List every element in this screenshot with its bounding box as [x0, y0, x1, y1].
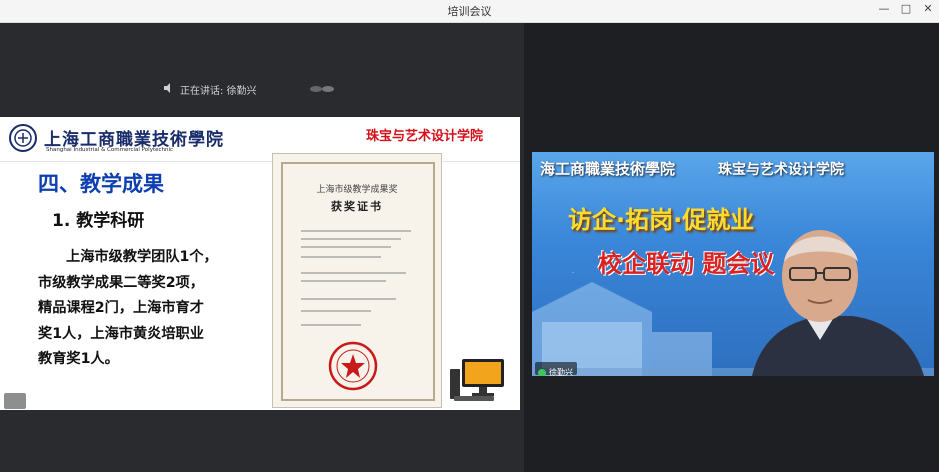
body-line: 市级教学成果二等奖2项， [38, 274, 204, 291]
certificate-text-line [301, 246, 391, 248]
speaker-icon [164, 83, 170, 93]
window-titlebar: 培训会议 — □ ✕ [0, 0, 939, 23]
participant-name-tag: 徐勤兴 [535, 362, 577, 376]
certificate-text-line [301, 310, 371, 312]
certificate-subtitle: 获奖证书 [331, 200, 383, 213]
certificate-title: 上海市级教学成果奖 [316, 185, 398, 195]
body-line: 教育奖1人。 [38, 351, 119, 367]
banner-school-name: 海工商職業技術學院 [540, 160, 676, 178]
red-seal-icon [328, 341, 378, 391]
college-name: 珠宝与艺术设计学院 [366, 129, 484, 144]
body-line: 上海市级教学团队1个， [66, 249, 218, 265]
slide-list-icon[interactable] [4, 393, 26, 409]
participant-name: 徐勤兴 [549, 368, 573, 376]
slide-header: 上海工商職業技術學院 Shanghai Industrial & Commerc… [0, 117, 520, 162]
minimize-button[interactable]: — [874, 2, 894, 15]
certificate-text-line [301, 272, 406, 274]
certificate-text-line [301, 298, 396, 300]
shared-slide: 上海工商職業技術學院 Shanghai Industrial & Commerc… [0, 117, 520, 410]
participant-video[interactable]: 海工商職業技術學院 珠宝与艺术设计学院 访企·拓岗·促就业 校企联动 题会议 徐… [532, 152, 934, 376]
body-line: 奖1人，上海市黄炎培职业 [38, 325, 204, 342]
banner-college-name: 珠宝与艺术设计学院 [718, 162, 844, 178]
certificate-text-line [301, 256, 381, 258]
body-line: 精品课程2门，上海市育才 [38, 300, 204, 316]
slide-body: 上海市级教学团队1个， 市级教学成果二等奖2项， 精品课程2门，上海市育才 奖1… [38, 245, 260, 373]
participant-person-image [752, 230, 924, 376]
window-title: 培训会议 [447, 5, 492, 18]
certificate-text-line [301, 280, 386, 282]
award-certificate-image: 上海市级教学成果奖 获奖证书 [272, 153, 442, 408]
slide-heading: 四、教学成果 [38, 172, 164, 196]
microphone-active-icon [538, 368, 546, 376]
close-button[interactable]: ✕ [918, 2, 938, 15]
maximize-button[interactable]: □ [896, 2, 916, 15]
more-icon[interactable] [308, 84, 338, 94]
certificate-text-line [301, 324, 361, 326]
certificate-text-line [301, 230, 411, 232]
speaker-label: 正在讲话: 徐勤兴 [180, 86, 257, 97]
computer-monitor-icon [450, 359, 504, 401]
speaker-indicator: 正在讲话: 徐勤兴 [150, 78, 350, 100]
certificate-text-line [301, 238, 401, 240]
school-name-en: Shanghai Industrial & Commercial Polytec… [46, 147, 174, 153]
slide-subheading: 1. 教学科研 [52, 211, 145, 231]
school-logo-icon [9, 124, 37, 152]
